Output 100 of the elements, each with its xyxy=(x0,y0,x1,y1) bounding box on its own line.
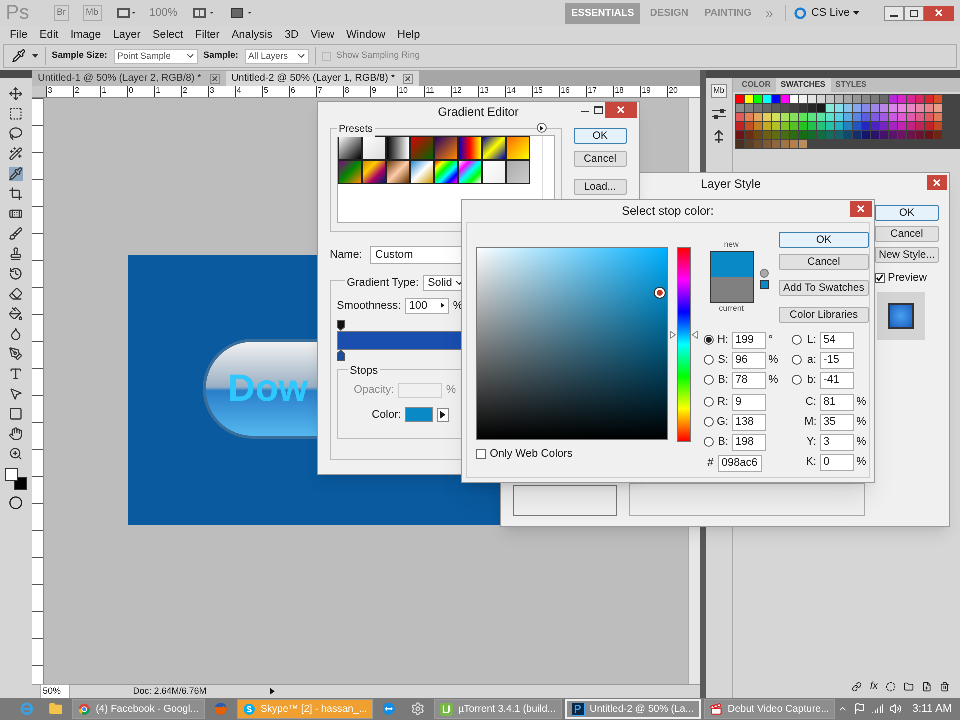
ok-button[interactable]: OK xyxy=(875,205,939,221)
magic-wand-icon[interactable] xyxy=(9,147,23,161)
gradient-preset[interactable] xyxy=(386,160,410,184)
zoom-field[interactable]: 50% xyxy=(40,684,70,700)
gradient-preset[interactable] xyxy=(506,136,530,160)
mini-bridge-button[interactable]: Mb xyxy=(711,84,727,98)
add-to-swatches-button[interactable]: Add To Swatches xyxy=(779,280,869,296)
gradient-preset[interactable] xyxy=(482,160,506,184)
menu-item[interactable]: Select xyxy=(146,26,190,44)
input-field[interactable]: 35 xyxy=(820,414,854,430)
volume-icon[interactable] xyxy=(890,703,902,715)
cs-live-menu[interactable]: CS Live xyxy=(811,4,860,22)
input-field[interactable]: 199 xyxy=(732,332,766,348)
input-field[interactable]: 96 xyxy=(732,352,766,368)
color-libraries-button[interactable]: Color Libraries xyxy=(779,306,869,323)
close-button[interactable] xyxy=(927,175,947,190)
sample-dropdown[interactable]: All Layers xyxy=(244,48,309,64)
input-field[interactable]: 9 xyxy=(732,394,766,410)
color-field[interactable] xyxy=(476,247,668,440)
droplet-icon[interactable] xyxy=(9,327,23,341)
pen-icon[interactable] xyxy=(9,347,23,361)
brush-icon[interactable] xyxy=(9,227,23,241)
hue-slider-handle[interactable] xyxy=(670,330,698,339)
dashed-circle-icon[interactable] xyxy=(886,682,896,692)
history-brush-icon[interactable] xyxy=(9,267,23,281)
close-tab-button[interactable] xyxy=(403,74,414,84)
checkbox[interactable] xyxy=(476,449,486,460)
gradient-preset[interactable] xyxy=(386,136,410,160)
load-button[interactable]: Load... xyxy=(574,179,627,196)
swatches-grid-drawing[interactable] xyxy=(735,94,960,149)
input-field[interactable]: 198 xyxy=(732,434,766,450)
zoom-icon[interactable] xyxy=(9,447,23,461)
input-field[interactable]: 0 xyxy=(820,454,854,470)
hue-slider[interactable] xyxy=(670,247,698,442)
gradient-preset[interactable] xyxy=(434,160,458,184)
panel-tab[interactable]: STYLES xyxy=(830,78,872,92)
color-stop-icon[interactable] xyxy=(337,350,345,361)
gradient-preset[interactable] xyxy=(362,160,386,184)
menu-item[interactable]: Help xyxy=(392,26,426,44)
caret-icon[interactable] xyxy=(32,54,39,58)
cancel-button[interactable]: Cancel xyxy=(875,226,939,242)
eraser-icon[interactable] xyxy=(9,287,23,301)
link-icon[interactable] xyxy=(852,682,862,692)
panel-tab[interactable]: SWATCHES xyxy=(776,78,831,92)
film-strip-icon[interactable] xyxy=(116,7,136,19)
gradient-preset[interactable] xyxy=(410,160,434,184)
close-button[interactable] xyxy=(850,201,872,217)
network-icon[interactable] xyxy=(872,703,884,715)
arrow-icon[interactable] xyxy=(270,688,275,695)
marquee-icon[interactable] xyxy=(9,107,23,121)
lasso-icon[interactable] xyxy=(9,127,23,141)
menu-item[interactable]: Layer xyxy=(107,26,147,44)
radio-button[interactable] xyxy=(704,397,714,407)
sliders-icon[interactable] xyxy=(711,108,727,120)
radio-button[interactable] xyxy=(704,335,714,345)
color-marker[interactable] xyxy=(655,288,665,298)
radio-button[interactable] xyxy=(704,437,714,447)
menu-item[interactable]: Analysis xyxy=(226,26,279,44)
eyedropper-icon[interactable] xyxy=(9,167,23,181)
menu-item[interactable]: View xyxy=(304,26,341,44)
arrange-documents-icon[interactable] xyxy=(192,7,216,19)
input-field[interactable]: 3 xyxy=(820,434,854,450)
shape-icon[interactable] xyxy=(9,407,23,421)
gradient-preset[interactable] xyxy=(506,160,530,184)
screen-mode-icon[interactable] xyxy=(230,6,254,20)
gradient-preset[interactable] xyxy=(338,136,362,160)
input-field[interactable]: 78 xyxy=(732,372,766,388)
menu-item[interactable]: Window xyxy=(340,26,392,44)
mini-bridge-button[interactable]: Mb xyxy=(83,5,102,21)
hand-icon[interactable] xyxy=(9,427,23,441)
crop-icon[interactable] xyxy=(9,187,23,201)
type-icon[interactable] xyxy=(9,367,23,381)
opacity-field[interactable] xyxy=(398,382,442,398)
smoothness-field[interactable]: 100 xyxy=(405,298,450,314)
new-style-button[interactable]: New Style... xyxy=(875,247,939,263)
quick-mask-icon[interactable] xyxy=(9,496,23,510)
clone-source-icon[interactable] xyxy=(712,130,726,144)
document-tab[interactable]: Untitled-1 @ 50% (Layer 2, RGB/8) * xyxy=(32,71,226,86)
checkbox[interactable] xyxy=(875,273,885,284)
gradient-preset[interactable] xyxy=(482,136,506,160)
opacity-stop-icon[interactable] xyxy=(337,320,345,331)
menu-item[interactable]: Image xyxy=(64,26,108,44)
pointer-icon[interactable] xyxy=(9,387,23,401)
close-tab-button[interactable] xyxy=(210,74,220,84)
close-button[interactable] xyxy=(605,102,637,118)
document-tab[interactable]: Untitled-2 @ 50% (Layer 1, RGB/8) * xyxy=(226,71,420,86)
menu-item[interactable]: Filter xyxy=(189,26,226,44)
gradient-preset[interactable] xyxy=(458,160,482,184)
fx-button[interactable]: fx xyxy=(870,679,878,694)
hex-field[interactable]: 098ac6 xyxy=(718,454,762,472)
menu-item[interactable]: File xyxy=(4,26,34,44)
sample-size-dropdown[interactable]: Point Sample xyxy=(114,48,198,64)
input-field[interactable]: -15 xyxy=(820,352,854,368)
stop-color-swatch[interactable] xyxy=(405,407,434,422)
radio-button[interactable] xyxy=(704,417,714,427)
maximize-button[interactable] xyxy=(594,106,603,114)
ok-button[interactable]: OK xyxy=(779,232,869,248)
radio-button[interactable] xyxy=(704,355,714,365)
new-layer-icon[interactable] xyxy=(922,682,932,692)
move-icon[interactable] xyxy=(9,87,23,101)
